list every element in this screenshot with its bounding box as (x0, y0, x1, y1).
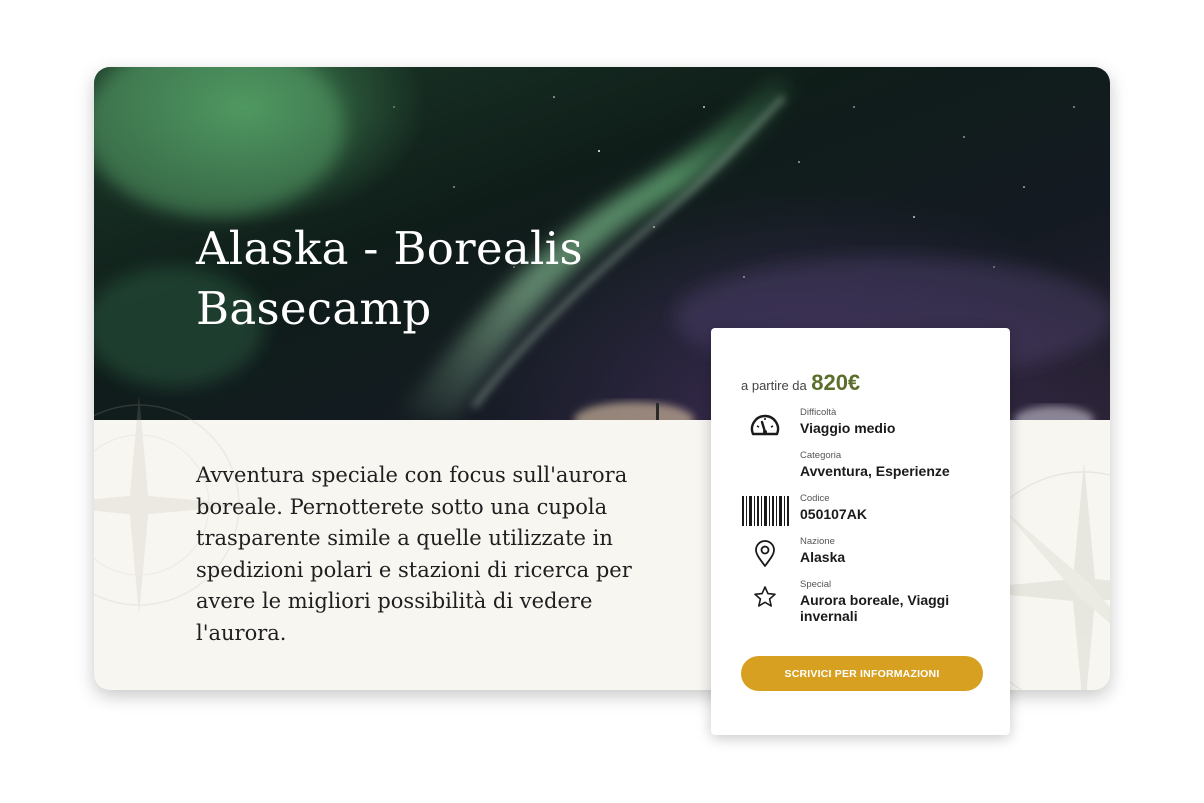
detail-label: Nazione (800, 536, 835, 547)
detail-difficulty: Difficoltà Viaggio medio (711, 407, 1010, 447)
detail-value: Viaggio medio (800, 420, 896, 436)
price-value: 820€ (811, 370, 861, 395)
detail-special: Special Aurora boreale, Viaggi invernali (711, 579, 1010, 629)
page-title: Alaska - Borealis Basecamp (196, 222, 583, 335)
star-icon (739, 581, 791, 613)
detail-country: Nazione Alaska (711, 536, 1010, 576)
detail-label: Difficoltà (800, 407, 837, 418)
contact-info-button[interactable]: SCRIVICI PER INFORMAZIONI (741, 656, 983, 691)
detail-category: Categoria Avventura, Esperienze (711, 450, 1010, 490)
price-label: a partire da (741, 378, 807, 393)
detail-value: Alaska (800, 549, 846, 565)
map-pin-icon (739, 538, 791, 570)
detail-value: Aurora boreale, Viaggi invernali (800, 592, 950, 624)
detail-label: Categoria (800, 450, 842, 461)
detail-value: Avventura, Esperienze (800, 463, 950, 479)
barcode-icon (739, 495, 791, 527)
detail-value: 050107AK (800, 506, 867, 522)
detail-code: Codice 050107AK (711, 493, 1010, 533)
price-line: a partire da 820€ (741, 370, 860, 396)
tour-description: Avventura speciale con focus sull'aurora… (196, 463, 632, 645)
speedometer-icon (739, 409, 791, 441)
detail-label: Special (800, 579, 832, 590)
tour-info-panel: a partire da 820€ Difficoltà Viaggio med… (711, 328, 1010, 735)
detail-label: Codice (800, 493, 830, 504)
